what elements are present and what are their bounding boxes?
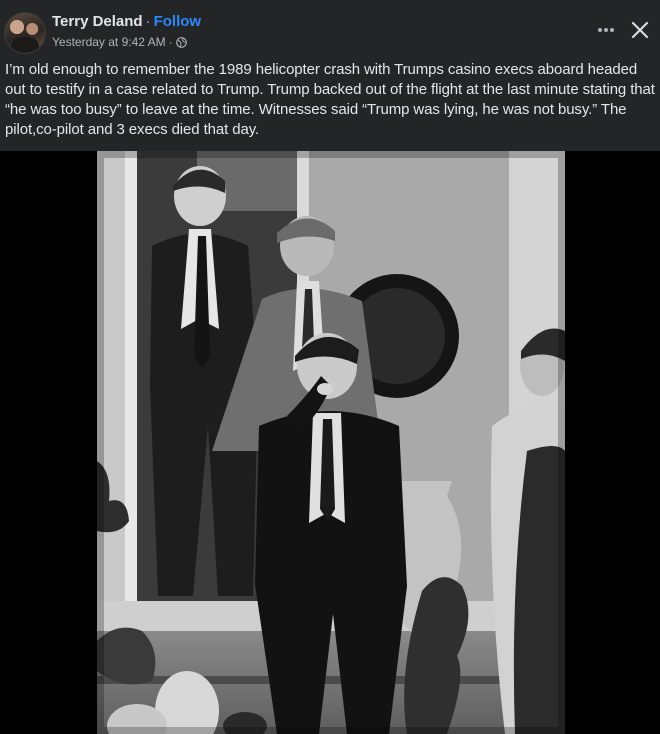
meta-separator: ·	[168, 35, 173, 49]
black-and-white-photo	[97, 151, 565, 734]
post-media	[0, 151, 660, 734]
author-name[interactable]: Terry Deland	[52, 13, 143, 30]
more-options-button[interactable]	[590, 14, 622, 46]
post-meta: Yesterday at 9:42 AM ·	[52, 35, 187, 49]
author-avatar[interactable]	[4, 12, 46, 54]
post-header: Terry Deland · Follow Yesterday at 9:42 AM…	[0, 0, 660, 58]
post-photo[interactable]	[97, 151, 565, 734]
post-timestamp[interactable]: Yesterday at 9:42 AM	[52, 35, 166, 49]
facebook-post: Terry Deland · Follow Yesterday at 9:42 AM…	[0, 0, 660, 734]
name-separator: ·	[145, 13, 151, 30]
post-text: I’m old enough to remember the 1989 heli…	[5, 61, 655, 138]
more-horizontal-icon	[598, 28, 614, 32]
author-line: Terry Deland · Follow	[52, 13, 201, 30]
follow-button[interactable]: Follow	[154, 13, 202, 30]
globe-icon[interactable]	[175, 36, 187, 48]
close-icon	[631, 21, 649, 39]
close-button[interactable]	[624, 14, 656, 46]
